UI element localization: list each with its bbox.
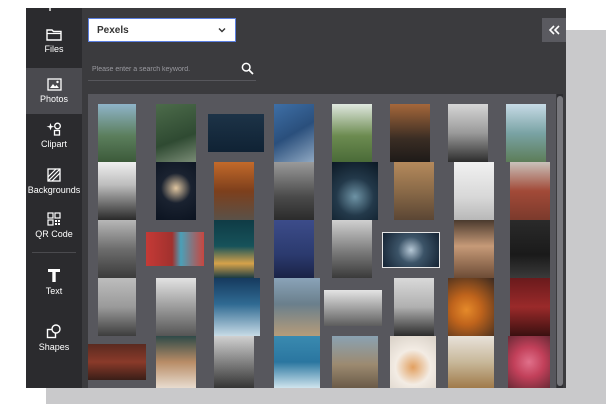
photo-thumbnail[interactable] (156, 278, 196, 336)
photo-thumbnail[interactable] (214, 336, 254, 388)
photo-thumbnail[interactable] (332, 104, 372, 162)
sidebar-item-label: Files (44, 44, 64, 54)
search-bar (88, 60, 256, 81)
collapse-panel-button[interactable] (542, 18, 566, 42)
text-icon (48, 269, 60, 282)
photo-thumbnail[interactable] (332, 162, 378, 220)
sidebar-item-text[interactable]: Text (26, 260, 82, 310)
photo-thumbnail[interactable] (448, 278, 494, 336)
photo-thumbnail[interactable] (156, 336, 196, 388)
photo-thumbnail[interactable] (98, 104, 136, 162)
photo-thumbnail[interactable] (156, 162, 196, 220)
photo-thumbnail[interactable] (448, 104, 488, 162)
photo-thumbnail[interactable] (324, 290, 382, 326)
photo-thumbnail[interactable] (508, 336, 550, 388)
sidebar-item-shapes[interactable]: Shapes (26, 316, 82, 366)
photo-thumbnail[interactable] (510, 162, 550, 220)
photo-source-value: Pexels (97, 25, 129, 36)
photo-thumbnail[interactable] (332, 220, 372, 278)
photo-thumbnail[interactable] (382, 232, 440, 268)
photo-thumbnail[interactable] (394, 278, 434, 336)
photo-thumbnail[interactable] (274, 336, 320, 388)
sidebar: Files Photos Clipart Backgrounds QR Code… (26, 8, 82, 388)
photo-thumbnail[interactable] (208, 114, 264, 152)
sidebar-item-files[interactable]: Files (26, 20, 82, 68)
photo-thumbnail[interactable] (146, 232, 204, 266)
photo-thumbnail[interactable] (448, 336, 494, 388)
photo-thumbnail[interactable] (274, 162, 314, 220)
photo-thumbnail[interactable] (214, 162, 254, 220)
photo-thumbnail[interactable] (214, 278, 260, 336)
sidebar-item-photos[interactable]: Photos (26, 68, 82, 114)
photo-thumbnail[interactable] (510, 278, 550, 336)
photo-thumbnail[interactable] (98, 220, 136, 278)
sidebar-divider (32, 252, 76, 253)
photo-thumbnail[interactable] (98, 278, 136, 336)
sidebar-item-qr-code[interactable]: QR Code (26, 206, 82, 250)
photo-thumbnail[interactable] (274, 104, 314, 162)
photo-thumbnail[interactable] (274, 278, 320, 336)
sidebar-item-label: Photos (39, 94, 69, 104)
sidebar-item-label: Clipart (40, 139, 67, 149)
double-chevron-left-icon (548, 25, 560, 35)
sidebar-item-clipart[interactable]: Clipart (26, 114, 82, 160)
chevron-down-icon (218, 28, 226, 33)
photo-grid (88, 94, 556, 388)
qr-code-icon (47, 212, 61, 226)
photo-source-select[interactable]: Pexels (88, 18, 236, 42)
search-icon[interactable] (241, 62, 254, 75)
photo-thumbnail[interactable] (394, 162, 434, 220)
photo-thumbnail[interactable] (510, 220, 550, 278)
folder-icon (46, 29, 62, 41)
photo-thumbnail[interactable] (390, 104, 430, 162)
search-input[interactable] (92, 62, 232, 76)
photo-thumbnail[interactable] (390, 336, 436, 388)
sidebar-overflow (26, 8, 82, 18)
photo-thumbnail[interactable] (214, 220, 254, 278)
sidebar-item-label: Backgrounds (27, 185, 81, 195)
photo-thumbnail[interactable] (454, 220, 494, 278)
photo-panel: Files Photos Clipart Backgrounds QR Code… (26, 8, 566, 388)
photo-thumbnail[interactable] (98, 162, 136, 220)
sidebar-item-backgrounds[interactable]: Backgrounds (26, 160, 82, 206)
clipart-icon (46, 122, 61, 136)
photo-grid-scrollbar[interactable] (557, 94, 563, 388)
sidebar-item-label: Shapes (38, 342, 70, 352)
sidebar-item-label: Text (45, 286, 63, 296)
photo-thumbnail[interactable] (156, 104, 196, 162)
scrollbar-thumb[interactable] (557, 96, 563, 386)
sidebar-item-label: QR Code (35, 229, 73, 239)
shapes-icon (46, 324, 61, 339)
photo-thumbnail[interactable] (88, 344, 146, 380)
photo-thumbnail[interactable] (454, 162, 494, 220)
photo-thumbnail[interactable] (332, 336, 378, 388)
photo-thumbnail[interactable] (274, 220, 314, 278)
backgrounds-icon (47, 168, 61, 182)
photo-icon (46, 78, 62, 91)
photo-thumbnail[interactable] (506, 104, 546, 162)
